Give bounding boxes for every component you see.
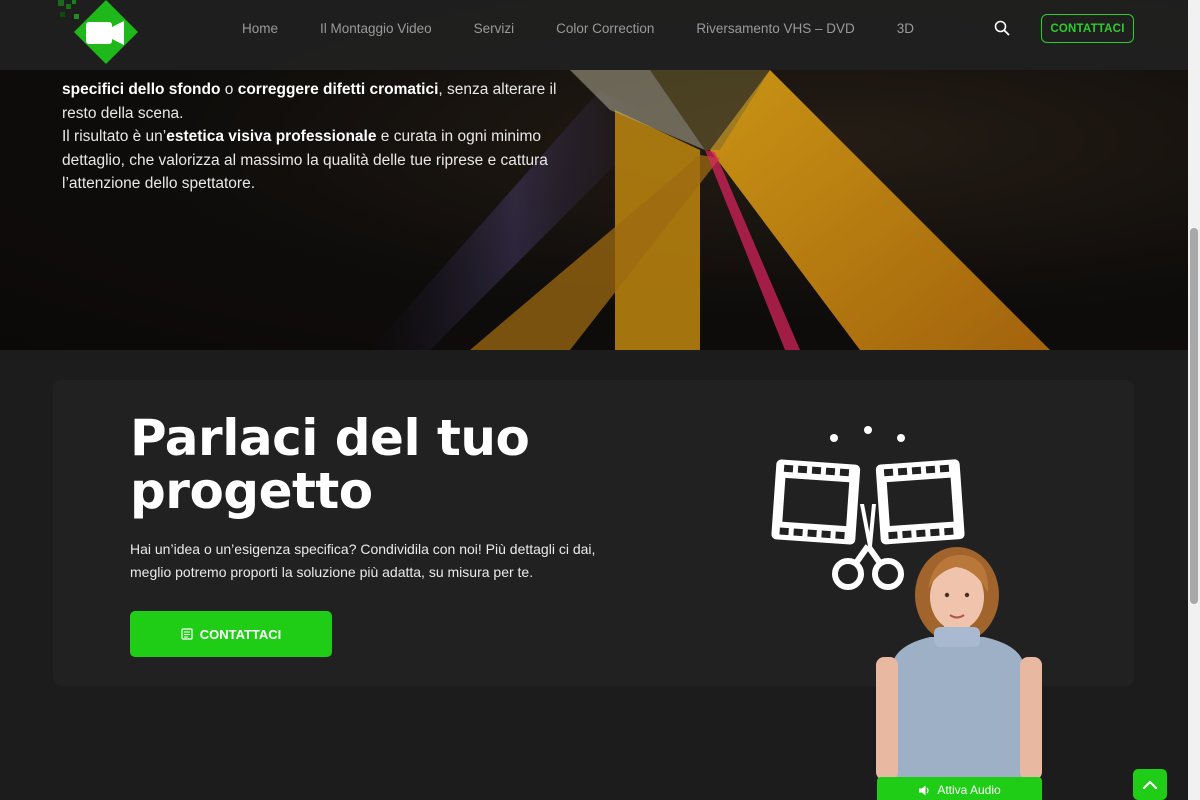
activate-audio-label: Attiva Audio [937, 783, 1001, 797]
nav-servizi[interactable]: Servizi [474, 21, 515, 36]
hero-text: o [220, 81, 238, 98]
scroll-top-button[interactable] [1133, 769, 1167, 800]
activate-audio-button[interactable]: Attiva Audio [877, 777, 1042, 800]
hero-bold-text: correggere difetti cromatici [237, 81, 439, 98]
hero-text: e curata in ogni minimo [376, 128, 542, 146]
hero-description: specifici dello sfondo o correggere dife… [62, 78, 582, 196]
chevron-up-icon [1142, 780, 1158, 789]
presenter-video[interactable] [872, 545, 1047, 780]
hero-bold-text: specifici dello sfondo [62, 81, 221, 98]
speaker-icon [919, 785, 929, 795]
nav-color-correction[interactable]: Color Correction [556, 21, 654, 36]
nav-home[interactable]: Home [242, 21, 278, 36]
hero-text: resto della scena. [62, 104, 184, 122]
page-scrollbar[interactable] [1188, 0, 1200, 800]
site-header: Home Il Montaggio Video Servizi Color Co… [0, 0, 1188, 70]
contact-button-label: CONTATTACI [199, 626, 282, 642]
video-camera-logo[interactable] [56, 0, 138, 66]
cta-description: Hai un’idea o un’esigenza specifica? Con… [130, 541, 596, 580]
hero-text: dettaglio, che valorizza al massimo la q… [62, 151, 548, 169]
hero-text: , senza alterare il [438, 81, 557, 98]
main-nav: Home Il Montaggio Video Servizi Color Co… [220, 0, 956, 56]
hero-text: l’attenzione dello spettatore. [62, 175, 256, 193]
cta-title: Parlaci del tuo progetto [130, 409, 530, 520]
nav-3d[interactable]: 3D [897, 21, 914, 36]
scrollbar-thumb[interactable] [1190, 228, 1198, 604]
search-icon[interactable] [994, 20, 1010, 36]
nav-montaggio-video[interactable]: Il Montaggio Video [320, 21, 432, 36]
form-icon [181, 628, 193, 640]
nav-riversamento-vhs-dvd[interactable]: Riversamento VHS – DVD [696, 21, 854, 36]
header-contact-button[interactable]: CONTATTACI [1041, 14, 1134, 43]
hero-text: Il risultato è un’ [62, 128, 167, 146]
contact-button[interactable]: CONTATTACI [130, 611, 332, 657]
hero-bold-text: estetica visiva professionale [166, 128, 377, 146]
